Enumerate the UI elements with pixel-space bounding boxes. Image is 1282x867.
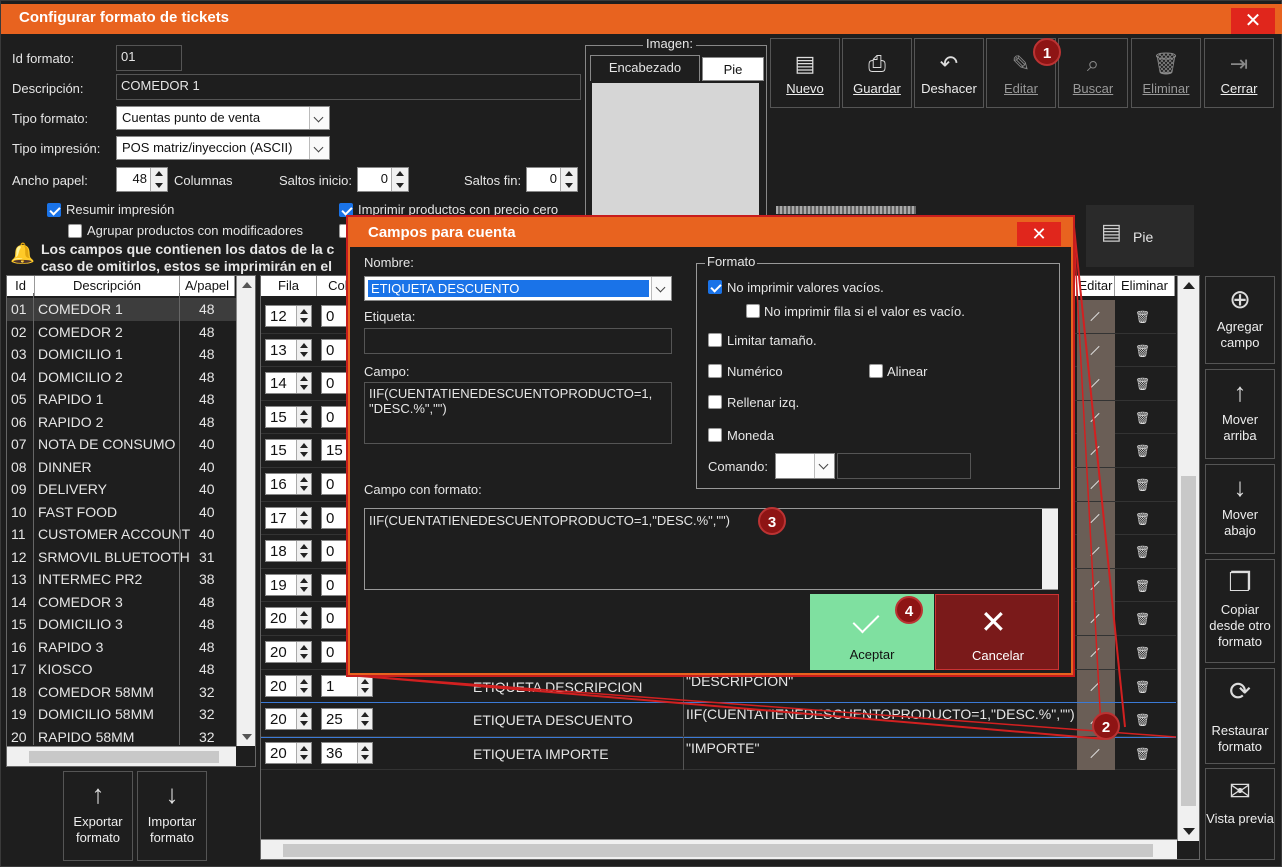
chevron-down-icon <box>651 277 671 300</box>
campo-formato-scrollbar[interactable] <box>1042 509 1058 589</box>
badge-1: 1 <box>1033 38 1061 66</box>
etiqueta-label: Etiqueta: <box>364 309 416 324</box>
rellenar-label: Rellenar izq. <box>727 395 800 410</box>
comando-field[interactable] <box>837 453 971 479</box>
moneda-label: Moneda <box>727 428 774 443</box>
etiqueta-field[interactable] <box>364 328 672 354</box>
campo-field[interactable]: IIF(CUENTATIENEDESCUENTOPRODUCTO=1, "DES… <box>364 382 672 444</box>
no-vacios-checkbox[interactable] <box>708 280 722 294</box>
badge-3: 3 <box>758 507 786 535</box>
campo-formato-field[interactable]: IIF(CUENTATIENEDESCUENTOPRODUCTO=1,"DESC… <box>364 508 1058 590</box>
dialog-title: Campos para cuenta <box>368 224 516 241</box>
chevron-down-icon <box>814 454 834 478</box>
cancelar-button[interactable]: ✕ Cancelar <box>935 594 1059 670</box>
no-vacios-label: No imprimir valores vacíos. <box>727 280 884 295</box>
limitar-label: Limitar tamaño. <box>727 333 817 348</box>
check-icon <box>852 606 880 634</box>
campo-label: Campo: <box>364 364 410 379</box>
rellenar-checkbox[interactable] <box>708 395 722 409</box>
campo-formato-label: Campo con formato: <box>364 482 482 497</box>
aceptar-label: Aceptar <box>849 647 895 662</box>
badge-2: 2 <box>1092 712 1120 740</box>
main-window: Configurar formato de tickets ✕ Id forma… <box>0 0 1282 867</box>
badge-4: 4 <box>895 596 923 624</box>
nombre-select[interactable]: ETIQUETA DESCUENTO <box>364 276 672 301</box>
no-fila-checkbox[interactable] <box>746 304 760 318</box>
numerico-label: Numérico <box>727 364 783 379</box>
dialog-title-bar: Campos para cuenta ✕ <box>350 219 1071 247</box>
dialog-close-button[interactable]: ✕ <box>1017 222 1061 246</box>
alinear-checkbox[interactable] <box>869 364 883 378</box>
no-fila-label: No imprimir fila si el valor es vacío. <box>764 304 965 319</box>
cancelar-label: Cancelar <box>971 648 1025 663</box>
campo-formato-value: IIF(CUENTATIENEDESCUENTOPRODUCTO=1,"DESC… <box>369 513 730 528</box>
formato-title: Formato <box>705 254 758 269</box>
limitar-checkbox[interactable] <box>708 333 722 347</box>
x-icon: ✕ <box>980 604 1007 640</box>
comando-label: Comando: <box>708 459 768 474</box>
alinear-label: Alinear <box>887 364 928 379</box>
moneda-checkbox[interactable] <box>708 428 722 442</box>
nombre-label: Nombre: <box>364 255 414 270</box>
nombre-value: ETIQUETA DESCUENTO <box>368 280 649 297</box>
comando-select[interactable] <box>775 453 835 479</box>
numerico-checkbox[interactable] <box>708 364 722 378</box>
campos-dialog: Campos para cuenta ✕ Nombre: ETIQUETA DE… <box>348 217 1073 675</box>
